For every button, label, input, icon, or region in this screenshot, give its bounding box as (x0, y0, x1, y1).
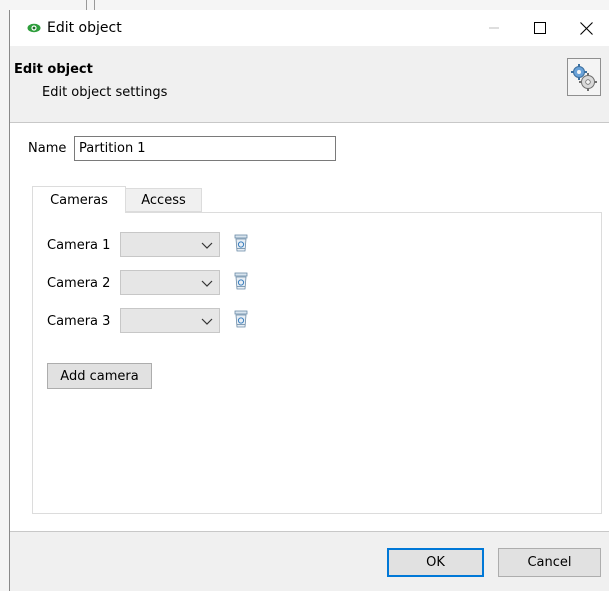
camera-2-select[interactable] (120, 270, 220, 295)
camera-label: Camera 2 (47, 276, 111, 291)
name-input[interactable] (74, 136, 336, 161)
background-divider (94, 0, 95, 10)
add-camera-label: Add camera (60, 368, 139, 384)
window-title: Edit object (47, 20, 122, 36)
cancel-label: Cancel (527, 555, 572, 570)
eye-icon (27, 23, 41, 33)
gear-settings-icon (567, 58, 601, 96)
camera-1-select[interactable] (120, 232, 220, 257)
header-subtitle: Edit object settings (42, 85, 168, 100)
camera-3-select[interactable] (120, 308, 220, 333)
header-divider (10, 122, 609, 123)
ok-label: OK (426, 555, 445, 570)
name-label: Name (28, 141, 67, 156)
edit-object-dialog: Edit object Edit object Edit object sett… (9, 10, 609, 591)
close-button[interactable] (563, 10, 609, 46)
gears-graphic (571, 64, 597, 91)
maximize-button[interactable] (517, 10, 563, 46)
chevron-down-icon (201, 318, 213, 325)
tab-cameras[interactable]: Cameras (32, 186, 126, 213)
ok-button[interactable]: OK (387, 548, 484, 577)
add-camera-button[interactable]: Add camera (47, 363, 152, 389)
recycle-bin-icon[interactable] (234, 234, 248, 252)
cancel-button[interactable]: Cancel (498, 548, 601, 577)
tab-access[interactable]: Access (126, 188, 202, 212)
recycle-bin-icon[interactable] (234, 272, 248, 290)
close-icon (579, 21, 593, 35)
tab-label: Cameras (50, 192, 108, 208)
background-divider (86, 0, 87, 10)
camera-label: Camera 1 (47, 238, 111, 253)
chevron-down-icon (201, 242, 213, 249)
chevron-down-icon (201, 280, 213, 287)
background-strip-top (0, 0, 609, 10)
minimize-button[interactable] (471, 10, 517, 46)
tab-label: Access (141, 192, 186, 208)
header-title: Edit object (14, 62, 93, 77)
title-bar[interactable]: Edit object (10, 10, 609, 46)
recycle-bin-icon[interactable] (234, 310, 248, 328)
background-strip-left (0, 0, 9, 591)
dialog-header: Edit object Edit object settings (10, 46, 609, 122)
maximize-icon (534, 22, 546, 34)
camera-label: Camera 3 (47, 314, 111, 329)
minimize-icon (489, 27, 499, 29)
